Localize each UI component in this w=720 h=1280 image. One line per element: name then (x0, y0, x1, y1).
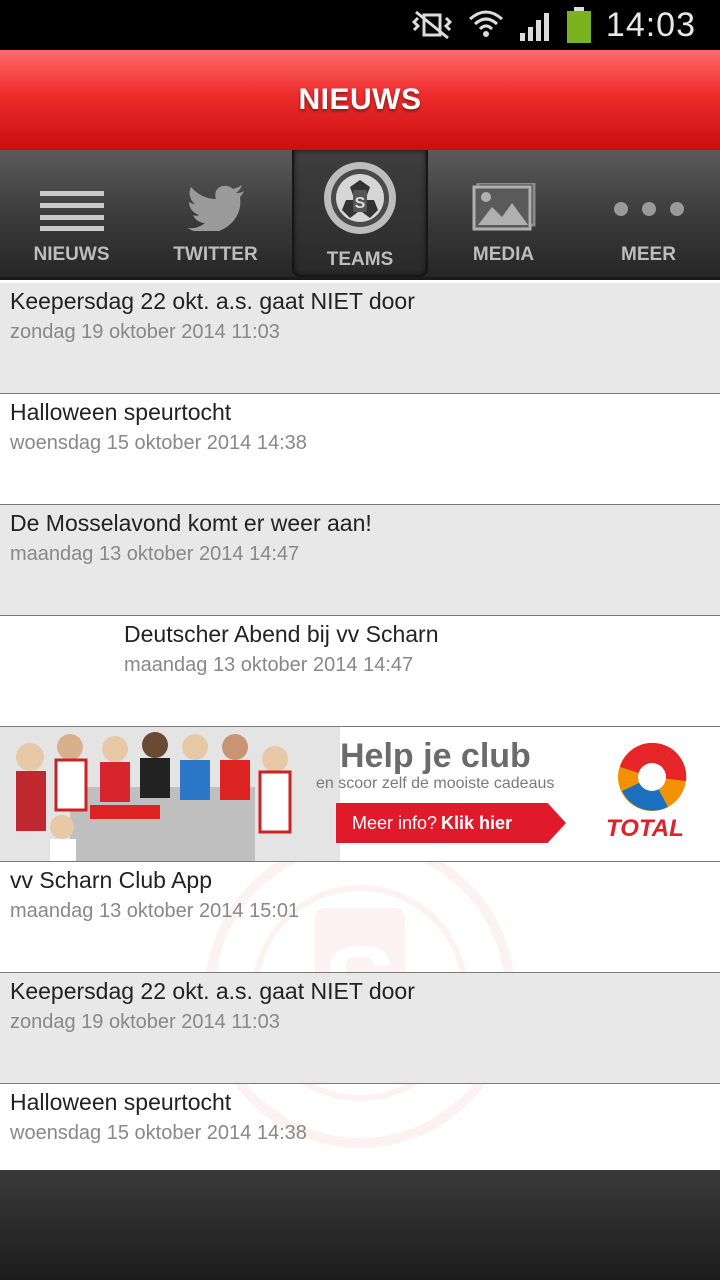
news-item[interactable]: Keepersdag 22 okt. a.s. gaat NIET door z… (0, 973, 720, 1084)
tab-label: TEAMS (326, 249, 394, 270)
total-logo-icon (612, 741, 692, 818)
news-item[interactable]: Deutscher Abend bij vv Scharn maandag 13… (0, 616, 720, 727)
news-title: Halloween speurtocht (10, 1089, 232, 1115)
news-date: woensdag 15 oktober 2014 14:38 (10, 432, 307, 454)
tab-bar: NIEUWS TWITTER S TEAMS MEDIA MEER (0, 150, 720, 280)
bottom-bar (0, 1170, 720, 1280)
tab-label: TWITTER (173, 244, 258, 265)
news-item[interactable]: De Mosselavond komt er weer aan! maandag… (0, 505, 720, 616)
twitter-bird-icon (186, 185, 246, 236)
battery-icon (566, 7, 592, 43)
banner-cta-strong: Klik hier (441, 812, 513, 833)
ad-banner[interactable]: Help je club en scoor zelf de mooiste ca… (0, 727, 720, 862)
status-time: 14:03 (605, 5, 696, 44)
tab-meer[interactable]: MEER (577, 150, 720, 280)
image-gallery-icon (472, 181, 536, 236)
banner-cta-prefix: Meer info? (352, 812, 438, 833)
news-title: Keepersdag 22 okt. a.s. gaat NIET door (10, 978, 415, 1004)
wifi-icon (468, 9, 504, 41)
news-item[interactable]: vv Scharn Club App maandag 13 oktober 20… (0, 862, 720, 973)
page-title: NIEUWS (298, 83, 422, 116)
banner-brand: TOTAL (606, 815, 684, 842)
banner-photo (0, 727, 340, 861)
banner-cta-button[interactable]: Meer info? Klik hier (336, 803, 566, 843)
more-dots-icon (613, 187, 685, 236)
signal-icon (518, 9, 552, 41)
tab-label: MEER (621, 244, 676, 265)
news-item[interactable]: Halloween speurtocht woensdag 15 oktober… (0, 394, 720, 505)
tab-label: MEDIA (472, 244, 535, 265)
news-date: woensdag 15 oktober 2014 14:38 (10, 1122, 307, 1144)
news-item[interactable]: Halloween speurtocht woensdag 15 oktober… (0, 1084, 720, 1170)
svg-text:S: S (355, 195, 366, 212)
news-title: Halloween speurtocht (10, 399, 232, 425)
menu-lines-icon (39, 189, 104, 236)
news-date: maandag 13 oktober 2014 15:01 (10, 900, 300, 922)
news-title: Deutscher Abend bij vv Scharn (124, 621, 439, 647)
club-logo-icon: S (322, 160, 398, 241)
news-date: zondag 19 oktober 2014 11:03 (10, 321, 280, 343)
tab-media[interactable]: MEDIA (432, 150, 575, 280)
banner-subline: en scoor zelf de mooiste cadeaus (316, 775, 555, 792)
news-date: maandag 13 oktober 2014 14:47 (124, 654, 414, 676)
news-title: vv Scharn Club App (10, 867, 213, 893)
news-item[interactable]: Keepersdag 22 okt. a.s. gaat NIET door z… (0, 283, 720, 394)
status-bar: 14:03 (0, 0, 720, 50)
status-icons: 14:03 (410, 0, 696, 50)
news-date: zondag 19 oktober 2014 11:03 (10, 1011, 280, 1033)
app-header: NIEUWS (0, 50, 720, 150)
tab-teams[interactable]: S TEAMS (292, 150, 428, 277)
tab-twitter[interactable]: TWITTER (143, 150, 288, 280)
vibrate-mute-icon (410, 10, 454, 40)
tab-nieuws[interactable]: NIEUWS (0, 150, 143, 280)
news-date: maandag 13 oktober 2014 14:47 (10, 543, 300, 565)
news-list[interactable]: S Keepersdag 22 okt. a.s. gaat NIET door… (0, 283, 720, 1170)
news-title: De Mosselavond komt er weer aan! (10, 510, 372, 536)
banner-headline: Help je club (340, 737, 531, 775)
news-title: Keepersdag 22 okt. a.s. gaat NIET door (10, 288, 415, 314)
tab-label: NIEUWS (33, 244, 110, 265)
